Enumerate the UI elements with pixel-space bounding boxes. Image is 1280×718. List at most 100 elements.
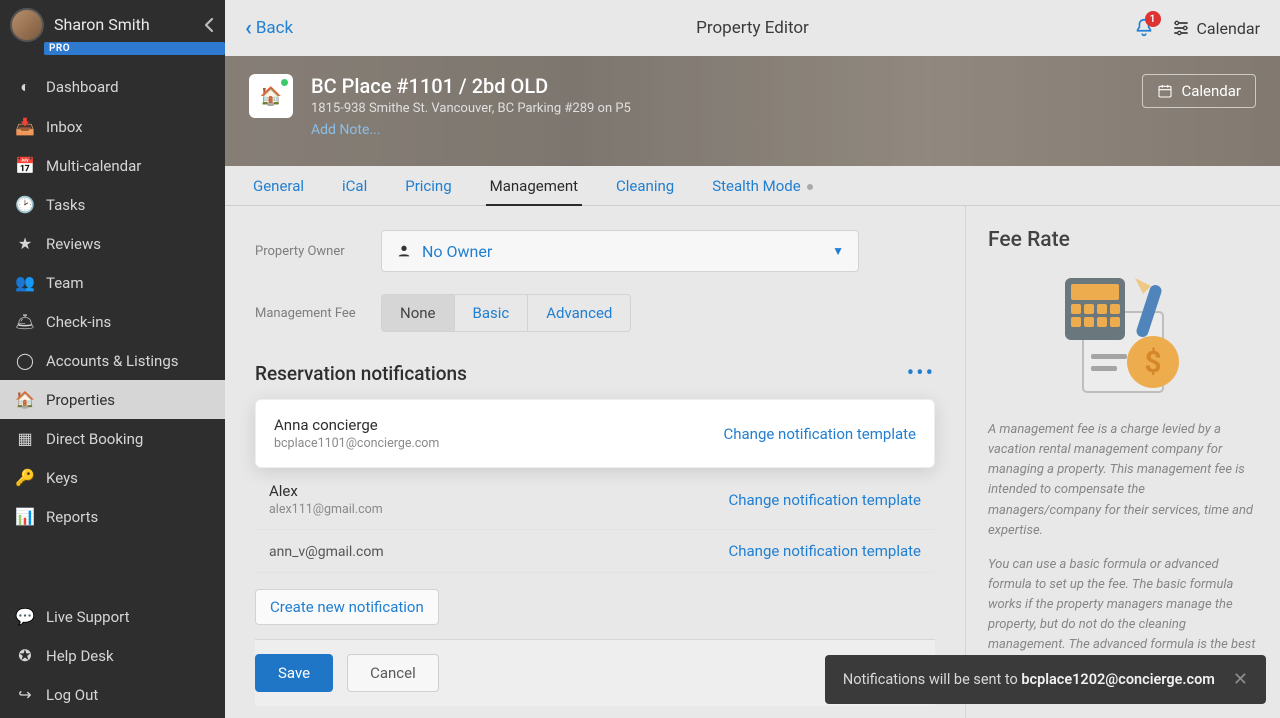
main: ‹ Back Property Editor 1 Calendar 🏠 [225,0,1280,718]
side-panel-title: Fee Rate [988,228,1258,252]
owner-label: Property Owner [255,244,381,259]
back-label: Back [256,18,293,38]
sidebar-item-label: Multi-calendar [46,157,141,175]
sidebar-item-label: Check-ins [46,313,111,331]
status-dot [281,79,288,86]
fee-rate-illustration: $ [1053,270,1193,400]
notification-email: ann_v@gmail.com [269,544,384,560]
user-circle-icon: ◯ [14,351,36,370]
fee-option-basic[interactable]: Basic [454,295,528,331]
toast-email: bcplace1202@concierge.com [1021,671,1215,688]
sidebar-item-reviews[interactable]: ★ Reviews [0,224,225,263]
calendar-label: Calendar [1197,19,1260,38]
sidebar-item-live-support[interactable]: 💬Live Support [0,597,225,636]
sidebar-item-label: Reviews [46,235,101,253]
tab-label: Stealth Mode [712,177,801,195]
sidebar-item-label: Direct Booking [46,430,143,448]
sidebar-item-label: Keys [46,469,78,487]
sidebar-item-label: Properties [46,391,115,409]
sidebar-item-multicalendar[interactable]: 📅 Multi-calendar [0,146,225,185]
toast-text: Notifications will be sent to [843,671,1022,688]
home-icon: 🏠 [14,390,36,409]
tab-stealth[interactable]: Stealth Mode [712,177,813,205]
key-icon: 🔑 [14,468,36,487]
sidebar-item-checkins[interactable]: 🛎Check-ins [0,302,225,341]
booking-icon: ▦ [14,429,36,448]
toast-notification: Notifications will be sent to bcplace120… [825,655,1266,704]
property-address: 1815-938 Smithe St. Vancouver, BC Parkin… [311,101,631,116]
save-button[interactable]: Save [255,654,333,692]
chevron-left-icon: ‹ [245,16,252,41]
user-name: Sharon Smith [54,15,150,34]
sidebar: Sharon Smith PRO ◐Dashboard 📥Inbox 📅Mult… [0,0,225,718]
owner-value: No Owner [422,242,492,261]
toast-close-button[interactable]: ✕ [1233,669,1248,690]
star-icon: ★ [14,234,36,253]
avatar [10,8,44,42]
notifications-heading: Reservation notifications [255,362,467,385]
calendar-icon: 📅 [14,156,36,175]
sidebar-item-direct-booking[interactable]: ▦ Direct Booking [0,419,225,458]
property-calendar-button[interactable]: Calendar [1142,74,1256,108]
back-button[interactable]: ‹ Back [245,16,293,41]
page-title: Property Editor [225,18,1280,38]
fee-label: Management Fee [255,306,381,321]
tab-management[interactable]: Management [490,177,578,205]
sidebar-item-inbox[interactable]: 📥Inbox [0,107,225,146]
notification-email: alex111@gmail.com [269,502,383,517]
stealth-indicator-icon [807,184,813,190]
calendar-settings-icon [1171,19,1191,37]
notifications-menu-button[interactable]: ••• [907,369,935,379]
sidebar-collapse-icon[interactable] [203,16,215,34]
user-profile[interactable]: Sharon Smith [0,0,225,44]
team-icon: 👥 [14,273,36,292]
tab-cleaning[interactable]: Cleaning [616,177,674,205]
sidebar-item-accounts[interactable]: ◯Accounts & Listings [0,341,225,380]
notification-item[interactable]: Alex alex111@gmail.com Change notificati… [255,470,935,530]
fee-option-advanced[interactable]: Advanced [527,295,630,331]
cancel-button[interactable]: Cancel [347,654,439,692]
side-panel: Fee Rate $ A management [965,206,1280,718]
tab-pricing[interactable]: Pricing [405,177,451,205]
person-icon [396,243,412,259]
sidebar-item-dashboard[interactable]: ◐Dashboard [0,67,225,107]
sidebar-item-label: Help Desk [46,647,114,665]
toast-message: Notifications will be sent to bcplace120… [843,671,1215,688]
owner-select[interactable]: No Owner ▼ [381,230,859,272]
help-icon: ✪ [14,646,36,665]
change-template-link[interactable]: Change notification template [723,425,916,443]
notification-item[interactable]: ann_v@gmail.com Change notification temp… [255,530,935,573]
nav-primary: ◐Dashboard 📥Inbox 📅 Multi-calendar 🕑Tasks… [0,67,225,536]
sidebar-item-label: Team [46,274,84,292]
content-area: Property Owner No Owner ▼ Management Fee… [225,206,965,718]
notifications-button[interactable]: 1 [1133,17,1155,39]
calendar-link[interactable]: Calendar [1171,19,1260,38]
fee-option-none[interactable]: None [382,295,454,331]
sidebar-item-tasks[interactable]: 🕑Tasks [0,185,225,224]
sidebar-item-properties[interactable]: 🏠 Properties [0,380,225,419]
sidebar-item-reports[interactable]: 📊 Reports [0,497,225,536]
add-note-link[interactable]: Add Note... [311,122,631,138]
notification-email: bcplace1101@concierge.com [274,436,439,451]
calendar-button-label: Calendar [1181,82,1241,100]
sidebar-item-label: Reports [46,508,98,526]
sidebar-item-label: Tasks [46,196,85,214]
fee-segmented-control: None Basic Advanced [381,294,631,332]
sidebar-item-team[interactable]: 👥 Team [0,263,225,302]
sidebar-item-label: Log Out [46,686,98,704]
change-template-link[interactable]: Change notification template [728,542,921,560]
sidebar-item-help-desk[interactable]: ✪ Help Desk [0,636,225,675]
inbox-icon: 📥 [14,117,36,136]
sidebar-item-log-out[interactable]: ↪Log Out [0,675,225,714]
tab-ical[interactable]: iCal [342,177,367,205]
property-icon: 🏠 [249,74,293,118]
property-tabs: General iCal Pricing Management Cleaning… [225,166,1280,206]
change-template-link[interactable]: Change notification template [728,491,921,509]
create-notification-button[interactable]: Create new notification [255,589,439,625]
sidebar-item-keys[interactable]: 🔑 Keys [0,458,225,497]
sidebar-item-label: Dashboard [46,78,119,96]
tab-general[interactable]: General [253,177,304,205]
topbar: ‹ Back Property Editor 1 Calendar [225,0,1280,56]
chart-icon: 📊 [14,507,36,526]
notification-item[interactable]: Anna concierge bcplace1101@concierge.com… [255,399,935,468]
